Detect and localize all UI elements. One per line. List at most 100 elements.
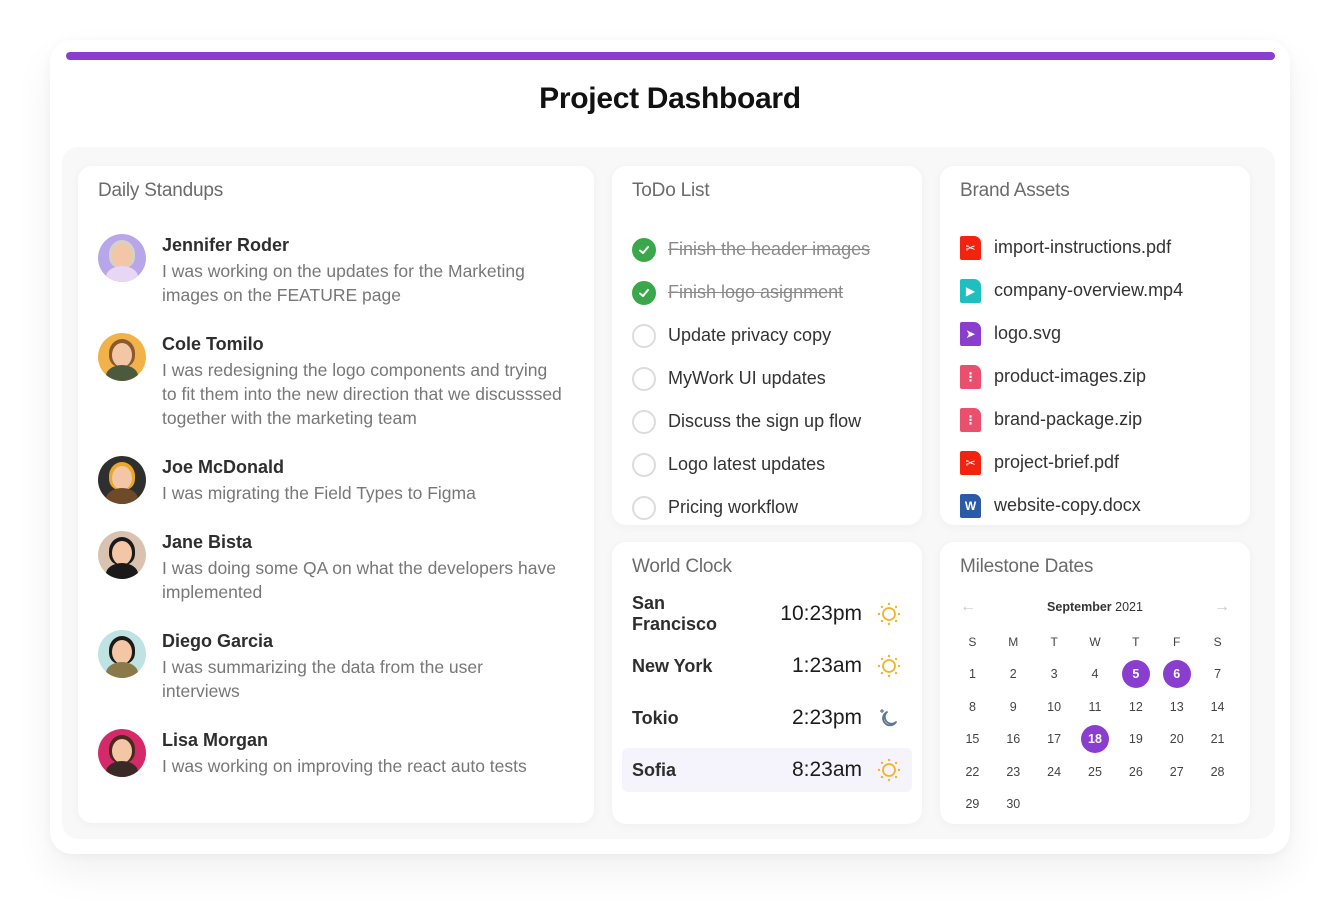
checked-icon[interactable] bbox=[632, 237, 656, 262]
todo-title: ToDo List bbox=[632, 180, 710, 201]
checked-icon[interactable] bbox=[632, 280, 656, 305]
avatar bbox=[98, 456, 146, 504]
calendar-day[interactable]: 28 bbox=[1197, 756, 1238, 789]
day-number: 20 bbox=[1169, 732, 1184, 747]
todo-item[interactable]: Finish logo asignment bbox=[632, 271, 870, 314]
asset-item[interactable]: ✂ project-brief.pdf bbox=[960, 441, 1183, 484]
sun-icon bbox=[876, 757, 902, 783]
calendar-day[interactable]: 8 bbox=[952, 691, 993, 724]
asset-name[interactable]: brand-package.zip bbox=[994, 409, 1142, 430]
calendar-day-milestone[interactable]: 6 bbox=[1156, 658, 1197, 691]
asset-item[interactable]: ▶ company-overview.mp4 bbox=[960, 269, 1183, 312]
calendar-day[interactable]: 26 bbox=[1115, 756, 1156, 789]
calendar-day[interactable]: 13 bbox=[1156, 691, 1197, 724]
next-month-icon[interactable]: → bbox=[1212, 598, 1232, 616]
zip-icon: ⋮ bbox=[960, 407, 981, 432]
day-number: 16 bbox=[1006, 732, 1021, 747]
avatar-face bbox=[112, 739, 132, 763]
checkbox[interactable] bbox=[632, 366, 656, 391]
calendar-day[interactable]: 9 bbox=[993, 691, 1034, 724]
avatar-face bbox=[112, 466, 132, 490]
calendar-grid: S M T W T F S 1 2 3 4 5 6 7 8 9 10 11 12 13 14 15 16 17 18 19 20 21… bbox=[952, 626, 1238, 821]
moon-icon bbox=[876, 705, 902, 731]
clock-row: Tokio 2:23pm bbox=[622, 696, 912, 740]
city-name: New York bbox=[632, 655, 713, 676]
asset-name[interactable]: logo.svg bbox=[994, 323, 1061, 344]
checkbox[interactable] bbox=[632, 323, 656, 348]
weekday-label: M bbox=[1008, 635, 1019, 649]
calendar-day[interactable]: 16 bbox=[993, 723, 1034, 756]
asset-name[interactable]: product-images.zip bbox=[994, 366, 1146, 387]
avatar-body bbox=[106, 488, 138, 504]
standup-item: Lisa Morgan I was working on improving th… bbox=[98, 729, 574, 778]
checkbox[interactable] bbox=[632, 452, 656, 477]
checkbox[interactable] bbox=[632, 495, 656, 520]
calendar-day[interactable]: 29 bbox=[952, 788, 993, 821]
day-number: 11 bbox=[1088, 699, 1102, 714]
asset-item[interactable]: ✂ import-instructions.pdf bbox=[960, 226, 1183, 269]
sun-icon bbox=[876, 653, 902, 679]
asset-name[interactable]: website-copy.docx bbox=[994, 495, 1141, 516]
clock-row: San Francisco 10:23pm bbox=[622, 592, 912, 636]
asset-item[interactable]: Wwebsite-copy.docx bbox=[960, 484, 1183, 527]
avatar bbox=[98, 729, 146, 777]
todo-item[interactable]: Update privacy copy bbox=[632, 314, 870, 357]
calendar-day[interactable]: 10 bbox=[1034, 691, 1075, 724]
prev-month-icon[interactable]: ← bbox=[958, 598, 978, 616]
standup-list: Jennifer Roder I was working on the updat… bbox=[98, 234, 574, 804]
city-time: 8:23am bbox=[791, 758, 862, 781]
calendar-day[interactable]: 11 bbox=[1075, 691, 1116, 724]
day-number: 27 bbox=[1169, 764, 1184, 779]
calendar-day[interactable]: 21 bbox=[1197, 723, 1238, 756]
vector-icon: ➤ bbox=[960, 321, 981, 346]
asset-name[interactable]: project-brief.pdf bbox=[994, 452, 1119, 473]
world-clock-title: World Clock bbox=[632, 556, 732, 577]
calendar-day[interactable]: 3 bbox=[1034, 658, 1075, 691]
day-number: 14 bbox=[1210, 699, 1225, 714]
asset-item[interactable]: ⋮ product-images.zip bbox=[960, 355, 1183, 398]
day-number: 2 bbox=[1009, 667, 1017, 682]
calendar-day[interactable]: 24 bbox=[1034, 756, 1075, 789]
todo-item[interactable]: Discuss the sign up flow bbox=[632, 400, 870, 443]
calendar-day[interactable]: 15 bbox=[952, 723, 993, 756]
calendar-day-milestone[interactable]: 18 bbox=[1075, 723, 1116, 756]
asset-item[interactable]: ➤ logo.svg bbox=[960, 312, 1183, 355]
calendar-day-milestone[interactable]: 5 bbox=[1115, 658, 1156, 691]
weekday-label: T bbox=[1132, 635, 1140, 649]
calendar-day[interactable]: 17 bbox=[1034, 723, 1075, 756]
calendar-day[interactable]: 2 bbox=[993, 658, 1034, 691]
todo-item[interactable]: Finish the header images bbox=[632, 228, 870, 271]
city-name: Sofia bbox=[632, 759, 677, 780]
person-name: Diego Garcia bbox=[162, 631, 274, 651]
calendar-day[interactable]: 19 bbox=[1115, 723, 1156, 756]
calendar-day[interactable]: 14 bbox=[1197, 691, 1238, 724]
weekday-label: T bbox=[1050, 635, 1058, 649]
calendar-day[interactable]: 4 bbox=[1075, 658, 1116, 691]
todo-label: Finish logo asignment bbox=[668, 282, 844, 302]
calendar-day[interactable]: 27 bbox=[1156, 756, 1197, 789]
calendar-day[interactable]: 25 bbox=[1075, 756, 1116, 789]
calendar-day[interactable]: 1 bbox=[952, 658, 993, 691]
calendar-month: September bbox=[1047, 600, 1112, 614]
asset-name[interactable]: company-overview.mp4 bbox=[994, 280, 1183, 301]
todo-label: Discuss the sign up flow bbox=[668, 411, 862, 431]
todo-card: ToDo List Finish the header images Finish… bbox=[612, 166, 922, 525]
day-number: 18 bbox=[1080, 725, 1109, 754]
standup-text: Lisa Morgan I was working on improving th… bbox=[162, 729, 562, 778]
calendar-day[interactable]: 20 bbox=[1156, 723, 1197, 756]
checkbox[interactable] bbox=[632, 409, 656, 434]
milestones-title: Milestone Dates bbox=[960, 556, 1094, 577]
standup-text: Jennifer Roder I was working on the updat… bbox=[162, 234, 562, 307]
calendar-day[interactable]: 12 bbox=[1115, 691, 1156, 724]
todo-item[interactable]: Logo latest updates bbox=[632, 443, 870, 486]
calendar-day[interactable]: 23 bbox=[993, 756, 1034, 789]
calendar-day[interactable]: 30 bbox=[993, 788, 1034, 821]
asset-item[interactable]: ⋮ brand-package.zip bbox=[960, 398, 1183, 441]
standup-item: Jane Bista I was doing some QA on what th… bbox=[98, 531, 574, 604]
calendar-day[interactable]: 22 bbox=[952, 756, 993, 789]
todo-item[interactable]: MyWork UI updates bbox=[632, 357, 870, 400]
calendar-day[interactable]: 7 bbox=[1197, 658, 1238, 691]
asset-name[interactable]: import-instructions.pdf bbox=[994, 237, 1171, 258]
todo-item[interactable]: Pricing workflow bbox=[632, 486, 870, 529]
city-time: 2:23pm bbox=[791, 706, 862, 729]
